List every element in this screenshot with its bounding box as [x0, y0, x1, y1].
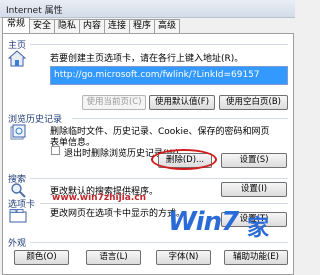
- home-page-url-field[interactable]: http://go.microsoft.com/fwlink/?LinkId=6…: [50, 66, 288, 85]
- watermark-brand-suffix: 家: [247, 216, 270, 241]
- tab-strip: 常规 安全 隐私 内容 连接 程序 高级: [0, 17, 295, 34]
- history-settings-button[interactable]: 设置(S): [221, 153, 287, 168]
- accessibility-button[interactable]: 辅助功能(E): [224, 250, 288, 265]
- search-settings-button[interactable]: 设置(I): [221, 182, 287, 197]
- tabs-description: 更改网页在选项卡中显示的方式。: [50, 209, 186, 219]
- tabs-section-divider: [40, 203, 288, 204]
- home-description: 若要创建主页选项卡，请在各行上键入地址(R)。: [50, 54, 244, 64]
- colors-button[interactable]: 颜色(O): [14, 250, 69, 265]
- tab-content[interactable]: 内容: [79, 19, 105, 33]
- house-icon: [7, 50, 27, 68]
- tab-privacy[interactable]: 隐私: [54, 19, 80, 33]
- use-current-button[interactable]: 使用当前页(C): [82, 95, 146, 110]
- window-title: Internet 属性: [6, 6, 63, 16]
- tab-connections[interactable]: 连接: [104, 19, 130, 33]
- tab-general[interactable]: 常规: [2, 17, 30, 34]
- watermark-brand: Win7: [168, 207, 239, 237]
- appearance-section-title: 外观: [8, 239, 27, 249]
- use-default-button[interactable]: 使用默认值(F): [149, 95, 215, 110]
- history-icon: [9, 124, 27, 142]
- tabs-icon: [9, 209, 27, 223]
- delete-on-exit-checkbox[interactable]: [51, 146, 60, 155]
- tab-advanced[interactable]: 高级: [154, 19, 180, 33]
- tab-programs[interactable]: 程序: [129, 19, 155, 33]
- title-bar: Internet 属性: [0, 0, 295, 18]
- search-icon: [10, 182, 26, 198]
- annotation-highlight-ring: [151, 149, 217, 170]
- use-blank-button[interactable]: 使用空白页(B): [219, 95, 288, 110]
- fonts-button[interactable]: 字体(N): [156, 250, 211, 265]
- tab-security[interactable]: 安全: [29, 19, 55, 33]
- home-section-divider: [30, 44, 288, 45]
- history-section-divider: [72, 118, 288, 119]
- appearance-section-divider: [30, 242, 288, 243]
- search-section-divider: [30, 178, 288, 179]
- watermark-url: www.win7zhijia.cn: [52, 193, 146, 203]
- languages-button[interactable]: 语言(L): [86, 250, 141, 265]
